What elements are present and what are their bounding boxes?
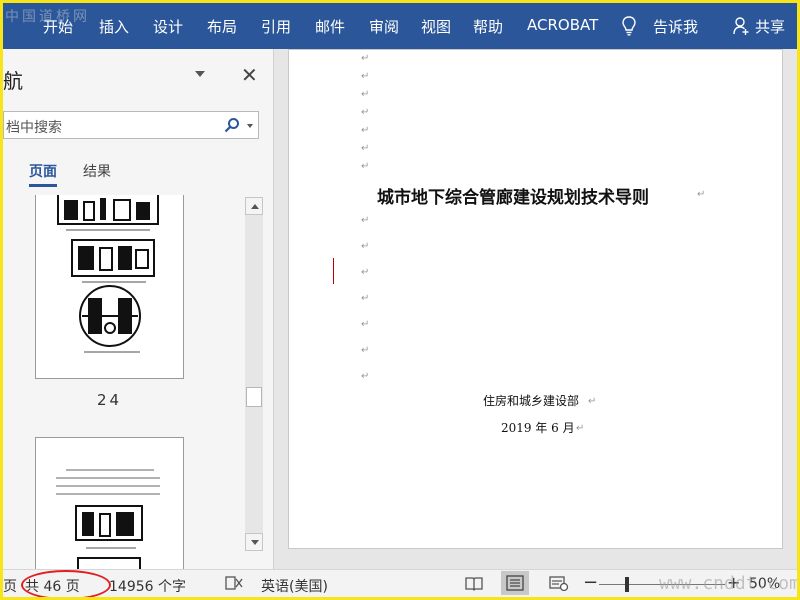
- paragraph-mark: ↵: [361, 319, 370, 330]
- pane-options-dropdown-icon[interactable]: [195, 71, 205, 77]
- navigation-title: 航: [3, 69, 23, 93]
- tab-mailings[interactable]: 邮件: [315, 16, 345, 37]
- tab-design[interactable]: 设计: [153, 16, 183, 37]
- tab-review[interactable]: 审阅: [369, 16, 399, 37]
- tab-layout[interactable]: 布局: [207, 16, 237, 37]
- paragraph-mark: ↵: [361, 241, 370, 252]
- thumbnail-page-number: 24: [97, 391, 123, 409]
- tab-pages[interactable]: 页面: [29, 161, 57, 187]
- close-pane-icon[interactable]: ✕: [241, 63, 258, 87]
- paragraph-mark: ↵: [361, 71, 370, 82]
- search-icon[interactable]: [224, 117, 240, 133]
- text-cursor: [333, 258, 334, 284]
- paragraph-mark: ↵: [361, 293, 370, 304]
- search-placeholder: 档中搜索: [6, 120, 62, 136]
- paragraph-mark: ↵: [361, 161, 370, 172]
- proofing-icon[interactable]: [225, 575, 243, 591]
- paragraph-mark: ↵: [361, 345, 370, 356]
- ribbon-bar: 中国道桥网 开始 插入 设计 布局 引用 邮件 审阅 视图 帮助 ACROBAT…: [3, 3, 797, 49]
- share-button[interactable]: 共享: [755, 16, 785, 37]
- zoom-slider-thumb[interactable]: [625, 577, 629, 592]
- tell-me-search[interactable]: 告诉我: [653, 16, 698, 37]
- document-title: 城市地下综合管廊建设规划技术导则: [377, 188, 649, 208]
- highlight-oval: [21, 570, 111, 597]
- zoom-out-button[interactable]: −: [583, 572, 598, 593]
- web-layout-icon[interactable]: [549, 575, 569, 591]
- paragraph-mark: ↵: [576, 423, 585, 434]
- status-page[interactable]: 页: [3, 576, 17, 596]
- paragraph-mark: ↵: [361, 371, 370, 382]
- paragraph-mark: ↵: [361, 143, 370, 154]
- status-language[interactable]: 英语(美国): [261, 576, 328, 596]
- paragraph-mark: ↵: [361, 53, 370, 64]
- status-word-count[interactable]: 14956 个字: [109, 576, 186, 596]
- paragraph-mark: ↵: [361, 267, 370, 278]
- scroll-up-button[interactable]: [245, 197, 263, 215]
- page-thumbnail[interactable]: [35, 437, 184, 569]
- navigation-pane: 航 ✕ 档中搜索 页面 结果 24: [3, 49, 274, 569]
- scroll-down-button[interactable]: [245, 533, 263, 551]
- paragraph-mark: ↵: [361, 107, 370, 118]
- print-layout-icon[interactable]: [501, 571, 529, 595]
- paragraph-mark: ↵: [588, 396, 597, 407]
- tab-results[interactable]: 结果: [83, 161, 111, 181]
- watermark-bottom: www.cnddt.com: [659, 573, 800, 594]
- document-publisher: 住房和城乡建设部: [483, 394, 580, 408]
- tab-home[interactable]: 开始: [43, 16, 73, 37]
- thumbnail-drawing: [56, 469, 160, 569]
- tab-help[interactable]: 帮助: [473, 16, 503, 37]
- thumbnail-drawing: [57, 195, 159, 353]
- app-window: 中国道桥网 开始 插入 设计 布局 引用 邮件 审阅 视图 帮助 ACROBAT…: [0, 0, 800, 600]
- thumbnail-scrollbar[interactable]: [245, 197, 263, 551]
- paragraph-mark: ↵: [361, 215, 370, 226]
- paragraph-mark: ↵: [697, 189, 706, 200]
- navigation-search-input[interactable]: 档中搜索: [3, 111, 259, 139]
- page-thumbnail[interactable]: [35, 195, 184, 379]
- share-user-icon[interactable]: [733, 17, 749, 35]
- read-mode-icon[interactable]: [465, 575, 483, 591]
- tab-acrobat[interactable]: ACROBAT: [527, 16, 598, 34]
- scrollbar-thumb[interactable]: [246, 387, 262, 407]
- tab-references[interactable]: 引用: [261, 16, 291, 37]
- page-thumbnails: 24: [3, 195, 243, 569]
- search-options-dropdown-icon[interactable]: [247, 124, 253, 128]
- lightbulb-icon[interactable]: [621, 16, 637, 36]
- document-date: 2019 年 6 月: [501, 421, 575, 435]
- tab-view[interactable]: 视图: [421, 16, 451, 37]
- paragraph-mark: ↵: [361, 89, 370, 100]
- paragraph-mark: ↵: [361, 125, 370, 136]
- tab-insert[interactable]: 插入: [99, 16, 129, 37]
